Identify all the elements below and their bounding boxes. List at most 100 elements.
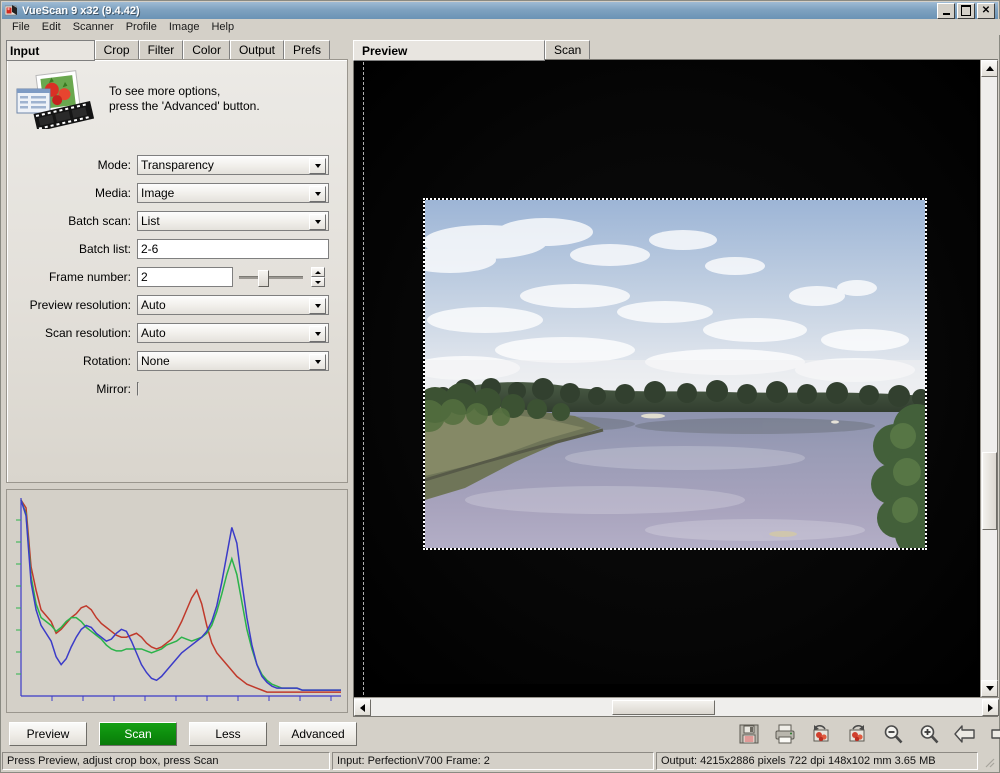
scan-resolution-control: Auto xyxy=(137,323,329,343)
field-mirror-row: Mirror: xyxy=(7,378,349,400)
vuescan-window: VueScan 9 x32 (9.4.42) ✕ File Edit Scann… xyxy=(0,0,1000,773)
frame-number-slider[interactable] xyxy=(239,267,303,287)
hint-row: To see more options, press the 'Advanced… xyxy=(15,68,341,130)
frame-number-input[interactable]: 2 xyxy=(137,267,233,287)
mode-select[interactable]: Transparency xyxy=(137,155,329,175)
chevron-down-icon[interactable] xyxy=(309,186,326,202)
chevron-down-icon[interactable] xyxy=(309,214,326,230)
batch-scan-value: List xyxy=(141,214,160,228)
chevron-down-icon[interactable] xyxy=(309,158,326,174)
tab-output[interactable]: Output xyxy=(230,40,284,60)
batch-scan-select[interactable]: List xyxy=(137,211,329,231)
status-input: Input: PerfectionV700 Frame: 2 xyxy=(332,752,654,770)
frame-number-label: Frame number: xyxy=(7,270,137,284)
window-controls: ✕ xyxy=(937,3,995,19)
menu-file[interactable]: File xyxy=(6,20,36,34)
rotation-label: Rotation: xyxy=(7,354,137,368)
menu-help[interactable]: Help xyxy=(205,20,240,34)
rotate-right-icon[interactable] xyxy=(844,721,870,747)
media-control: Image xyxy=(137,183,329,203)
field-rotation-row: Rotation: None xyxy=(7,350,349,372)
menu-profile[interactable]: Profile xyxy=(120,20,163,34)
preview-pane xyxy=(353,59,998,717)
preview-vertical-scrollbar[interactable] xyxy=(980,60,997,697)
field-scan-resolution-row: Scan resolution: Auto xyxy=(7,322,349,344)
field-media-row: Media: Image xyxy=(7,182,349,204)
scan-button[interactable]: Scan xyxy=(99,722,177,746)
preview-resolution-value: Auto xyxy=(141,298,166,312)
advanced-button[interactable]: Advanced xyxy=(279,722,357,746)
photo-film-dialog-icon xyxy=(15,69,101,129)
left-tab-strip: Input Crop Filter Color Output Prefs xyxy=(6,40,346,60)
preview-canvas[interactable] xyxy=(359,60,979,697)
tab-strip-filler xyxy=(330,41,346,60)
close-button[interactable]: ✕ xyxy=(977,3,995,19)
scroll-left-icon[interactable] xyxy=(354,699,371,716)
stepper-up-icon[interactable] xyxy=(311,267,325,277)
maximize-button[interactable] xyxy=(957,3,975,19)
tab-scan[interactable]: Scan xyxy=(545,40,590,60)
batch-list-input[interactable]: 2-6 xyxy=(137,239,329,259)
preview-horizontal-scrollbar[interactable] xyxy=(354,697,999,716)
next-icon[interactable] xyxy=(988,721,1000,747)
batch-list-control: 2-6 xyxy=(137,239,329,259)
tab-crop[interactable]: Crop xyxy=(95,40,139,60)
field-preview-resolution-row: Preview resolution: Auto xyxy=(7,294,349,316)
previous-icon[interactable] xyxy=(952,721,978,747)
preview-toolbar xyxy=(736,719,1000,749)
input-options-panel: To see more options, press the 'Advanced… xyxy=(6,59,348,483)
tab-prefs[interactable]: Prefs xyxy=(284,40,330,60)
tab-color[interactable]: Color xyxy=(183,40,230,60)
scroll-up-icon[interactable] xyxy=(981,60,998,77)
minimize-button[interactable] xyxy=(937,3,955,19)
chevron-down-icon[interactable] xyxy=(309,354,326,370)
preview-resolution-label: Preview resolution: xyxy=(7,298,137,312)
histogram-panel xyxy=(6,489,348,713)
tab-filter[interactable]: Filter xyxy=(139,40,184,60)
slider-thumb[interactable] xyxy=(258,270,269,287)
less-button[interactable]: Less xyxy=(189,722,267,746)
horizontal-scroll-thumb[interactable] xyxy=(612,700,715,715)
scanned-photo xyxy=(425,200,925,548)
status-bar: Press Preview, adjust crop box, press Sc… xyxy=(2,751,998,771)
status-output: Output: 4215x2886 pixels 722 dpi 148x102… xyxy=(656,752,978,770)
status-message: Press Preview, adjust crop box, press Sc… xyxy=(2,752,330,770)
scan-resolution-select[interactable]: Auto xyxy=(137,323,329,343)
media-value: Image xyxy=(141,186,174,200)
vertical-scroll-thumb[interactable] xyxy=(982,452,997,530)
scroll-right-icon[interactable] xyxy=(982,699,999,716)
frame-number-stepper[interactable] xyxy=(311,267,325,287)
batch-scan-control: List xyxy=(137,211,329,231)
mode-label: Mode: xyxy=(7,158,137,172)
rotation-select[interactable]: None xyxy=(137,351,329,371)
batch-scan-label: Batch scan: xyxy=(7,214,137,228)
chevron-down-icon[interactable] xyxy=(309,298,326,314)
menu-scanner[interactable]: Scanner xyxy=(67,20,120,34)
mirror-checkbox[interactable] xyxy=(137,382,139,396)
media-select[interactable]: Image xyxy=(137,183,329,203)
menu-edit[interactable]: Edit xyxy=(36,20,67,34)
scroll-down-icon[interactable] xyxy=(981,680,998,697)
mode-value: Transparency xyxy=(141,158,214,172)
menu-image[interactable]: Image xyxy=(163,20,206,34)
field-batch-list-row: Batch list: 2-6 xyxy=(7,238,349,260)
preview-resolution-select[interactable]: Auto xyxy=(137,295,329,315)
menu-bar: File Edit Scanner Profile Image Help xyxy=(2,19,1000,35)
vuescan-logo-icon xyxy=(5,4,18,17)
mirror-label: Mirror: xyxy=(7,382,137,396)
field-frame-number-row: Frame number: 2 xyxy=(7,266,349,288)
tab-input[interactable]: Input xyxy=(6,40,95,61)
action-button-row: Preview Scan Less Advanced xyxy=(9,722,357,746)
save-icon[interactable] xyxy=(736,721,762,747)
zoom-in-icon[interactable] xyxy=(916,721,942,747)
chevron-down-icon[interactable] xyxy=(309,326,326,342)
tab-preview[interactable]: Preview xyxy=(353,40,545,61)
print-icon[interactable] xyxy=(772,721,798,747)
stepper-down-icon[interactable] xyxy=(311,277,325,287)
zoom-out-icon[interactable] xyxy=(880,721,906,747)
resize-grip-icon[interactable] xyxy=(982,755,996,769)
mirror-control xyxy=(137,383,139,395)
preview-button[interactable]: Preview xyxy=(9,722,87,746)
rotate-left-icon[interactable] xyxy=(808,721,834,747)
scan-resolution-label: Scan resolution: xyxy=(7,326,137,340)
